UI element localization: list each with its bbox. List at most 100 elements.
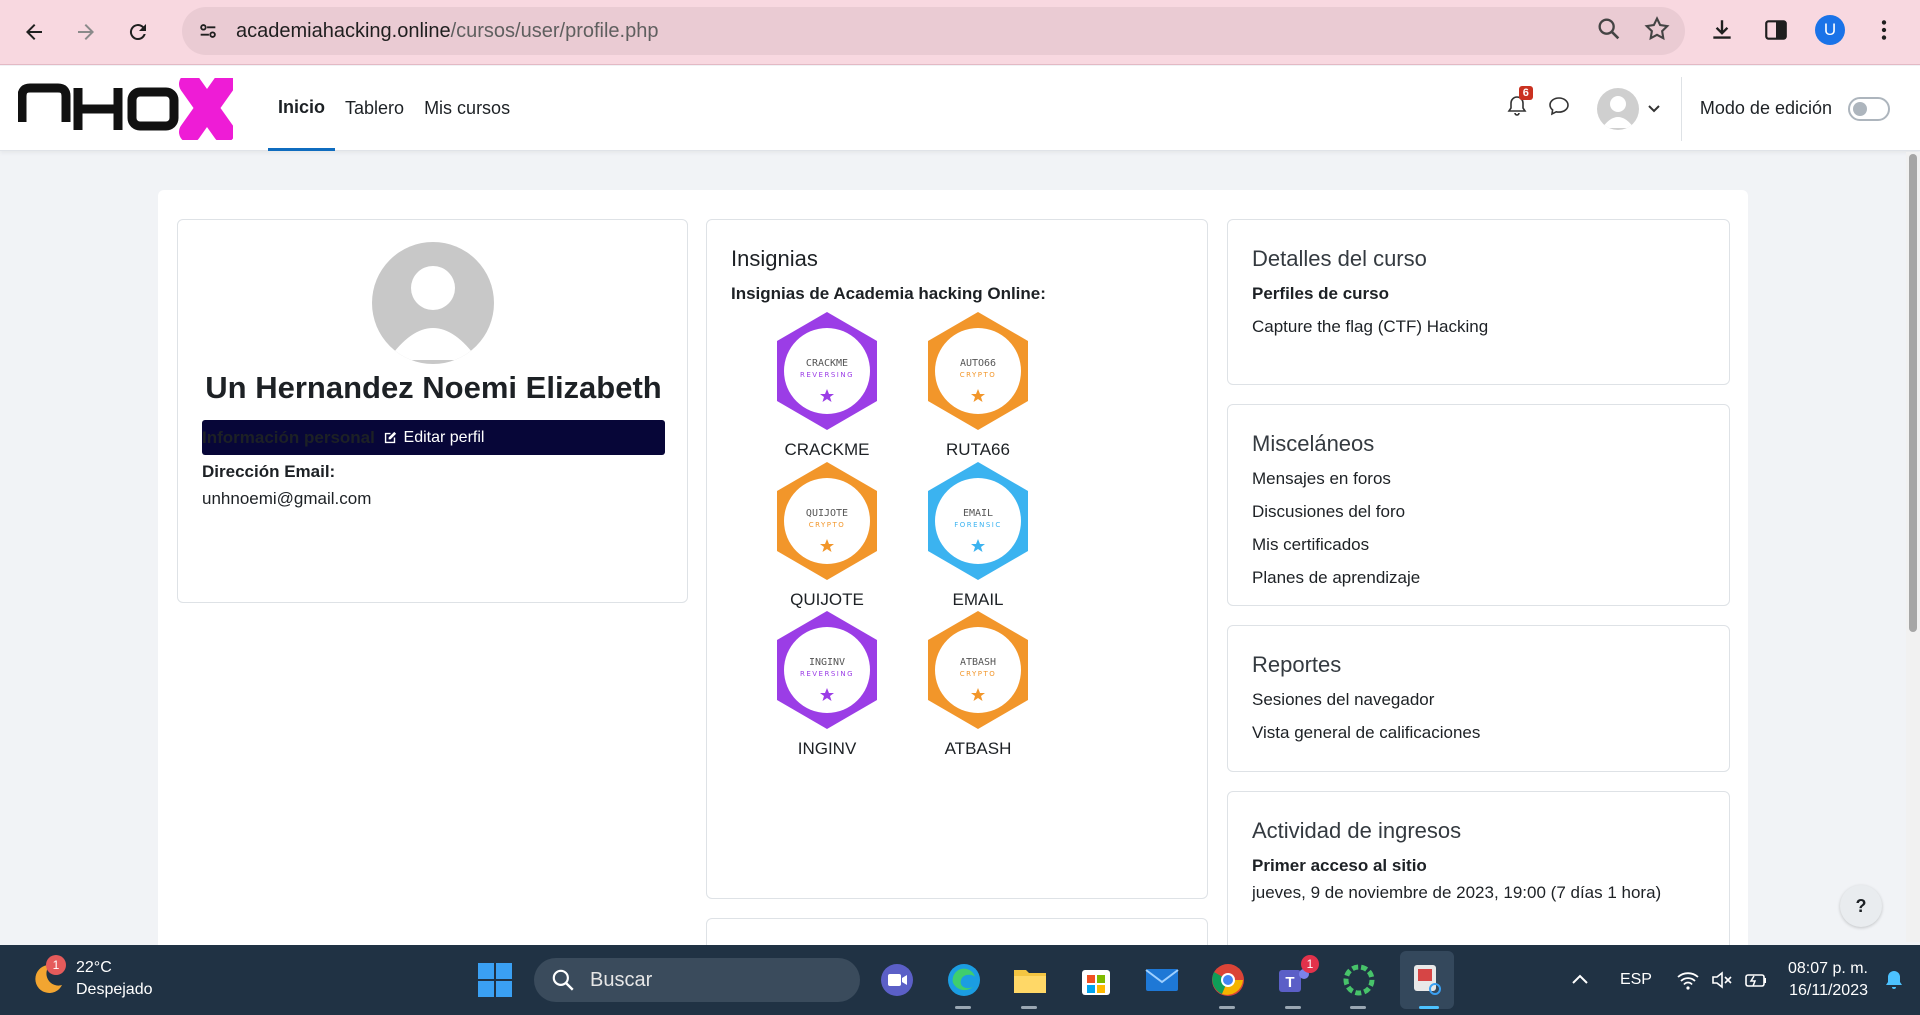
reload-icon xyxy=(129,24,146,41)
reports-link-grades-overview[interactable]: Vista general de calificaciones xyxy=(1252,723,1480,743)
edit-mode-toggle[interactable] xyxy=(1848,96,1890,121)
nav-mis-cursos[interactable]: Mis cursos xyxy=(414,66,520,151)
badge-item[interactable]: ATBASH CRYPTO ATBASH xyxy=(903,609,1053,769)
chevron-up-icon[interactable] xyxy=(1568,968,1592,992)
side-panel-icon xyxy=(1765,20,1787,40)
badge-label: QUIJOTE xyxy=(790,590,864,609)
taskbar-teams[interactable]: T 1 xyxy=(1273,955,1319,1001)
download-button[interactable] xyxy=(1702,10,1742,50)
messages-button[interactable] xyxy=(1547,94,1577,124)
store-icon xyxy=(1082,970,1110,995)
misc-link-forum-discussions[interactable]: Discusiones del foro xyxy=(1252,502,1405,522)
personal-info-heading: Información personal xyxy=(202,428,375,447)
browser-menu-button[interactable] xyxy=(1864,10,1904,50)
site-settings-icon[interactable] xyxy=(194,17,222,45)
login-activity-title: Actividad de ingresos xyxy=(1252,818,1462,843)
profile-card: Un Hernandez Noemi Elizabeth Editar perf… xyxy=(177,219,688,603)
running-indicator xyxy=(955,1006,971,1009)
taskbar-edge[interactable] xyxy=(943,959,985,1001)
speaker-muted-icon[interactable] xyxy=(1710,968,1734,992)
video-call-icon xyxy=(881,964,913,996)
moon-icon: 1 xyxy=(26,955,66,999)
weather-temp: 22°C xyxy=(76,959,112,976)
start-button[interactable] xyxy=(476,961,514,999)
profile-avatar: U xyxy=(1815,15,1845,45)
clock-date: 16/11/2023 xyxy=(1789,982,1868,999)
taskbar-mail[interactable] xyxy=(1141,959,1183,1001)
course-profiles-heading: Perfiles de curso xyxy=(1252,284,1390,303)
badge-logo-text: AUTO66 xyxy=(960,358,996,369)
badge-item[interactable]: CRACKME REVERSING CRACKME xyxy=(752,310,902,470)
svg-text:T: T xyxy=(1285,974,1294,991)
taskbar-meet[interactable] xyxy=(876,959,918,1001)
nav-inicio[interactable]: Inicio xyxy=(268,66,336,151)
badge-category-text: FORENSIC xyxy=(954,521,1001,529)
search-icon xyxy=(552,969,574,991)
misc-link-forum-posts[interactable]: Mensajes en foros xyxy=(1252,469,1391,489)
help-button[interactable]: ? xyxy=(1840,885,1882,927)
badge-hexagon-icon: EMAIL FORENSIC xyxy=(928,462,1028,580)
reports-link-browser-sessions[interactable]: Sesiones del navegador xyxy=(1252,690,1434,710)
site-logo[interactable] xyxy=(17,73,235,143)
site-navbar: Inicio Tablero Mis cursos 6 Modo de edic… xyxy=(0,66,1920,151)
edge-browser-icon xyxy=(948,964,980,996)
course-link[interactable]: Capture the flag (CTF) Hacking xyxy=(1252,317,1488,337)
badge-hexagon-icon: AUTO66 CRYPTO xyxy=(928,312,1028,430)
taskbar-chrome[interactable] xyxy=(1207,959,1249,1001)
badge-category-text: REVERSING xyxy=(800,670,854,678)
bookmark-star-icon[interactable] xyxy=(1643,15,1671,43)
chrome-icon xyxy=(1212,964,1244,996)
taskbar-clock[interactable]: 08:07 p. m. 16/11/2023 xyxy=(1788,958,1868,1002)
taskbar-file-explorer[interactable] xyxy=(1009,959,1051,1001)
taskbar-snipping-tool[interactable] xyxy=(1406,959,1448,1001)
badge-item[interactable]: EMAIL FORENSIC EMAIL xyxy=(903,460,1053,620)
profile-button[interactable]: U xyxy=(1810,10,1850,50)
user-menu-toggle[interactable] xyxy=(1596,87,1661,130)
misc-link-learning-plans[interactable]: Planes de aprendizaje xyxy=(1252,568,1420,588)
scrollbar-thumb[interactable] xyxy=(1909,154,1917,632)
misc-link-certificates[interactable]: Mis certificados xyxy=(1252,535,1369,555)
page-scrollbar[interactable] xyxy=(1906,152,1920,942)
notifications-bell-icon[interactable] xyxy=(1882,968,1906,992)
weather-widget[interactable]: 1 22°C Despejado xyxy=(26,955,153,1001)
badge-item[interactable]: QUIJOTE CRYPTO QUIJOTE xyxy=(752,460,902,620)
zoom-icon[interactable] xyxy=(1595,15,1623,43)
url-path: /cursos/user/profile.php xyxy=(450,19,659,42)
badge-label: INGINV xyxy=(797,739,857,758)
search-placeholder: Buscar xyxy=(590,968,653,991)
email-value: unhnoemi@gmail.com xyxy=(202,489,372,508)
page-content: Un Hernandez Noemi Elizabeth Editar perf… xyxy=(158,190,1748,950)
taskbar-store[interactable] xyxy=(1075,959,1117,1001)
reload-button[interactable] xyxy=(118,12,158,52)
edit-mode-label: Modo de edición xyxy=(1699,98,1832,118)
badge-logo-text: CRACKME xyxy=(806,358,848,369)
badge-item[interactable]: AUTO66 CRYPTO RUTA66 xyxy=(903,310,1053,470)
badges-card: Insignias Insignias de Academia hacking … xyxy=(706,219,1208,899)
nav-tablero[interactable]: Tablero xyxy=(335,66,414,151)
reports-title: Reportes xyxy=(1252,652,1342,677)
system-tray: ESP 08:07 p. m. 16/11/2023 xyxy=(1568,945,1920,1015)
back-button[interactable] xyxy=(14,12,54,52)
badge-label: RUTA66 xyxy=(946,440,1010,459)
edit-profile-label: Editar perfil xyxy=(403,428,485,446)
navbar-divider xyxy=(1680,76,1682,141)
address-bar[interactable]: academiahacking.online/cursos/user/profi… xyxy=(182,7,1685,55)
mail-icon xyxy=(1145,969,1179,991)
wifi-icon[interactable] xyxy=(1676,968,1700,992)
badge-item[interactable]: INGINV REVERSING INGINV xyxy=(752,609,902,769)
badge-logo-text: ATBASH xyxy=(960,657,996,668)
chat-bubble-icon xyxy=(1549,96,1569,115)
forward-button[interactable] xyxy=(66,12,106,52)
taskbar-app-green[interactable] xyxy=(1338,959,1380,1001)
primary-navigation: Inicio Tablero Mis cursos xyxy=(268,66,520,151)
side-panel-button[interactable] xyxy=(1756,10,1796,50)
language-indicator[interactable]: ESP xyxy=(1620,971,1652,989)
badge-category-text: REVERSING xyxy=(800,371,854,379)
reports-card: Reportes Sesiones del navegador Vista ge… xyxy=(1227,625,1730,772)
battery-icon[interactable] xyxy=(1744,968,1768,992)
taskbar-search[interactable]: Buscar xyxy=(534,958,860,1002)
badge-hexagon-icon: ATBASH CRYPTO xyxy=(928,611,1028,729)
profile-name: Un Hernandez Noemi Elizabeth xyxy=(205,370,662,405)
notifications-button[interactable]: 6 xyxy=(1505,85,1535,124)
running-indicator xyxy=(1285,1006,1301,1009)
